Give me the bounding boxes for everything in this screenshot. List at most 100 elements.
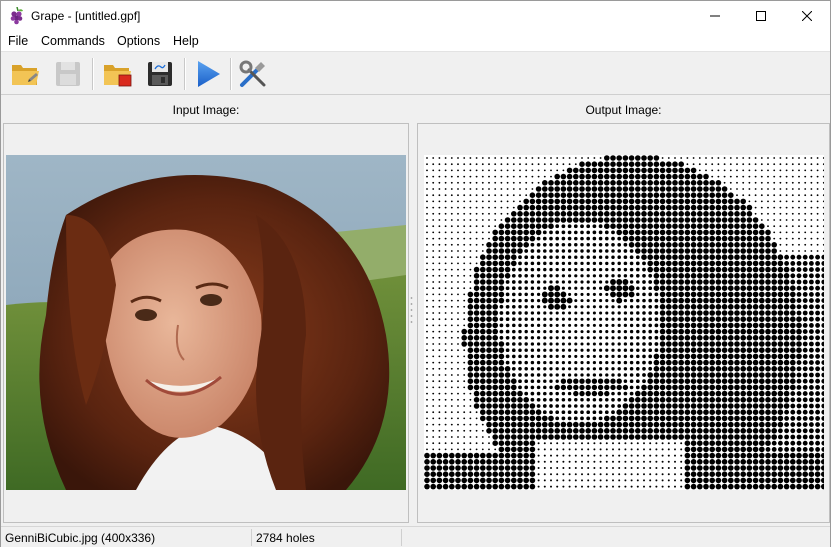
halftone-dot: [791, 212, 794, 215]
halftone-dot: [529, 446, 536, 453]
halftone-dot: [591, 173, 598, 180]
halftone-dot: [473, 272, 480, 279]
open-image-button[interactable]: [101, 57, 135, 91]
halftone-dot: [808, 434, 814, 440]
halftone-dot: [599, 292, 603, 296]
open-project-button[interactable]: [9, 57, 43, 91]
halftone-dot: [603, 415, 610, 422]
settings-button[interactable]: [236, 57, 270, 91]
menu-help[interactable]: Help: [173, 34, 199, 48]
halftone-dot: [653, 173, 660, 180]
halftone-dot: [678, 421, 685, 428]
halftone-dot: [518, 317, 522, 321]
halftone-dot: [798, 243, 800, 246]
halftone-dot: [530, 255, 535, 260]
maximize-button[interactable]: [738, 1, 784, 31]
halftone-dot: [648, 280, 653, 284]
halftone-dot: [603, 421, 610, 428]
halftone-dot: [543, 280, 547, 284]
halftone-dot: [498, 285, 505, 292]
halftone-dot: [703, 297, 709, 304]
halftone-dot: [604, 384, 610, 391]
save-project-button[interactable]: [51, 57, 85, 91]
halftone-dot: [463, 392, 466, 395]
halftone-dot: [500, 175, 503, 178]
halftone-dot: [479, 390, 486, 397]
halftone-dot: [734, 316, 740, 323]
halftone-dot: [684, 186, 691, 192]
halftone-dot: [648, 286, 653, 291]
halftone-dot: [591, 378, 598, 384]
halftone-dot: [647, 409, 654, 416]
halftone-dot: [791, 169, 794, 172]
halftone-dot: [573, 416, 578, 421]
halftone-dot: [505, 360, 510, 365]
halftone-dot: [815, 422, 821, 428]
halftone-dot: [684, 353, 691, 360]
halftone-dot: [628, 409, 635, 416]
halftone-dot: [690, 409, 697, 416]
halftone-dot: [760, 169, 763, 172]
halftone-dot: [492, 378, 499, 385]
halftone-dot: [530, 311, 535, 315]
close-button[interactable]: [784, 1, 830, 31]
halftone-dot: [616, 421, 623, 428]
splitter-grip-icon[interactable]: [410, 295, 413, 325]
halftone-dot: [715, 384, 722, 391]
halftone-dot: [785, 212, 788, 215]
halftone-dot: [622, 223, 629, 230]
halftone-dot: [432, 374, 435, 376]
halftone-dot: [721, 341, 728, 347]
halftone-dot: [777, 334, 784, 341]
halftone-dot: [752, 322, 759, 329]
halftone-dot: [610, 161, 616, 168]
halftone-dot: [771, 434, 778, 440]
halftone-dot: [438, 200, 441, 203]
halftone-dot: [622, 409, 629, 416]
halftone-dot: [488, 231, 490, 234]
halftone-dot: [727, 279, 734, 285]
halftone-dot: [473, 365, 480, 372]
halftone-dot: [765, 297, 771, 304]
halftone-dot: [450, 318, 453, 321]
halftone-dot: [555, 255, 559, 259]
halftone-dot: [436, 483, 443, 490]
halftone-dot: [783, 452, 790, 459]
maximize-icon: [756, 11, 766, 21]
halftone-dot: [740, 421, 747, 428]
halftone-dot: [444, 312, 447, 314]
menu-commands[interactable]: Commands: [41, 34, 105, 48]
halftone-dot: [665, 365, 672, 372]
halftone-dot: [815, 291, 821, 297]
halftone-dot: [524, 274, 528, 278]
halftone-dot: [746, 471, 753, 478]
export-button[interactable]: [143, 57, 177, 91]
halftone-dot: [492, 248, 499, 254]
halftone-dot: [579, 198, 585, 205]
halftone-dot: [505, 317, 510, 322]
halftone-dot: [802, 397, 808, 403]
halftone-dot: [432, 436, 435, 438]
halftone-dot: [789, 347, 796, 354]
menu-options[interactable]: Options: [117, 34, 160, 48]
halftone-dot: [457, 423, 459, 426]
menu-file[interactable]: File: [8, 34, 28, 48]
halftone-dot: [486, 322, 492, 329]
halftone-dot: [486, 279, 492, 285]
halftone-dot: [672, 285, 678, 292]
halftone-dot: [486, 396, 492, 403]
halftone-dot: [556, 467, 559, 469]
halftone-dot: [711, 163, 714, 166]
halftone-dot: [816, 157, 819, 159]
halftone-dot: [479, 365, 486, 372]
halftone-dot: [537, 473, 540, 476]
run-button[interactable]: [191, 57, 225, 91]
halftone-dot: [561, 410, 566, 415]
halftone-dot: [785, 237, 788, 240]
halftone-dot: [746, 248, 753, 254]
halftone-dot: [555, 317, 559, 321]
minimize-button[interactable]: [692, 1, 738, 31]
halftone-dot: [674, 448, 676, 451]
halftone-dot: [598, 410, 603, 415]
halftone-dot: [461, 334, 468, 341]
